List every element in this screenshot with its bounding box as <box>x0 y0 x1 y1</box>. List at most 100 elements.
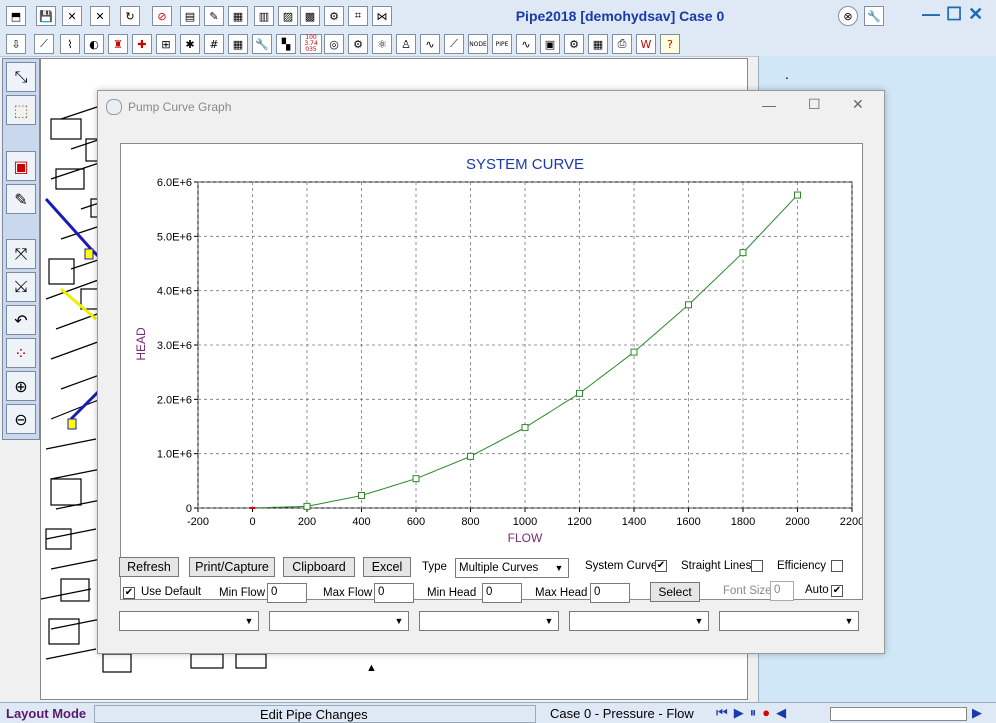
hydrant-icon[interactable]: ♜ <box>108 34 128 54</box>
max-flow-input[interactable]: 0 <box>374 583 414 603</box>
wrench-icon[interactable]: 🔧 <box>252 34 272 54</box>
node-marker[interactable] <box>67 418 77 430</box>
system-curve-checkbox[interactable]: ✔ <box>655 560 667 572</box>
folder-icon[interactable]: ▤ <box>180 6 200 26</box>
printer-icon[interactable]: ⎙ <box>612 34 632 54</box>
save-icon[interactable]: 💾 <box>36 6 56 26</box>
x-tick-label: 2000 <box>785 516 809 528</box>
notes-icon[interactable]: ▩ <box>300 6 320 26</box>
curve-select-4[interactable]: ▼ <box>569 611 709 631</box>
select-pipe-icon[interactable]: ⤡ <box>6 62 36 92</box>
efficiency-checkbox[interactable] <box>831 560 843 572</box>
step-forward-icon[interactable]: ▶ <box>972 705 982 721</box>
points-icon[interactable]: ⁘ <box>6 338 36 368</box>
lock-icon[interactable]: ▣ <box>540 34 560 54</box>
calendar-icon[interactable]: ▦ <box>588 34 608 54</box>
help-icon[interactable]: ? <box>660 34 680 54</box>
straight-lines-checkbox[interactable] <box>751 560 763 572</box>
delete-node-icon[interactable]: ✕ <box>90 6 110 26</box>
network-tool-icon[interactable]: ⋈ <box>372 6 392 26</box>
numbers-icon[interactable]: 100 3.74 035 <box>300 34 322 54</box>
curve-select-3[interactable]: ▼ <box>419 611 559 631</box>
delete-pipe-icon[interactable]: ✕ <box>62 6 82 26</box>
map-icon[interactable]: ⌗ <box>348 6 368 26</box>
play-icon[interactable]: ▶ <box>734 705 744 721</box>
close-button[interactable]: ✕ <box>968 4 983 28</box>
node-icon[interactable]: NODE <box>468 34 488 54</box>
font-size-input[interactable]: 0 <box>770 581 794 601</box>
gear-icon[interactable]: ⚙ <box>348 34 368 54</box>
color-grid-icon[interactable]: ▦ <box>228 34 248 54</box>
cancel-icon[interactable]: ⊘ <box>152 6 172 26</box>
ruler-icon[interactable]: ⟋ <box>444 34 464 54</box>
zoom-out-icon[interactable]: ⊖ <box>6 404 36 434</box>
edit-pipe-icon[interactable]: ✎ <box>6 184 36 214</box>
chevron-down-icon: ▼ <box>544 616 554 626</box>
node-network-icon[interactable]: ⬚ <box>6 95 36 125</box>
max-head-label: Max Head <box>535 587 588 599</box>
pipe-icon[interactable]: PIPE <box>492 34 512 54</box>
person-icon[interactable]: ♙ <box>396 34 416 54</box>
max-head-input[interactable]: 0 <box>590 583 630 603</box>
zoom-box-icon[interactable]: ▣ <box>6 151 36 181</box>
dialog-minimize-button[interactable]: — <box>762 97 776 113</box>
grid-icon[interactable]: ⊞ <box>156 34 176 54</box>
globe-icon[interactable]: ⊗ <box>838 6 858 26</box>
pipe-draw-icon[interactable]: ⟋ <box>34 34 54 54</box>
dialog-close-button[interactable]: ✕ <box>852 96 864 113</box>
tools-icon[interactable]: ⚙ <box>324 6 344 26</box>
step-back-icon[interactable]: ◀ <box>776 705 786 721</box>
time-slider[interactable] <box>830 707 967 721</box>
dialog-maximize-button[interactable]: ☐ <box>808 96 821 113</box>
word-icon[interactable]: W <box>636 34 656 54</box>
report-icon[interactable]: ▥ <box>254 6 274 26</box>
min-head-input[interactable]: 0 <box>482 583 522 603</box>
edit-icon[interactable]: ✎ <box>204 6 224 26</box>
valve-icon[interactable]: ✚ <box>132 34 152 54</box>
wave-icon[interactable]: ∿ <box>420 34 440 54</box>
clipboard-button[interactable]: Clipboard <box>283 557 355 577</box>
zoom-extent-icon[interactable]: ⤩ <box>6 272 36 302</box>
record-icon[interactable]: ● <box>762 705 770 721</box>
wrench-settings-icon[interactable]: 🔧 <box>864 6 884 26</box>
window-controls: — ☐ ✕ <box>922 4 992 28</box>
curve-point <box>630 348 638 356</box>
min-flow-input[interactable]: 0 <box>267 583 307 603</box>
minimize-button[interactable]: — <box>922 4 940 28</box>
grid2-icon[interactable]: # <box>204 34 224 54</box>
chart-icon[interactable]: ▨ <box>278 6 298 26</box>
x-tick-label: -200 <box>187 516 209 528</box>
graph-icon[interactable]: ⌇ <box>60 34 80 54</box>
open-icon[interactable]: ⬒ <box>6 6 26 26</box>
refresh-button[interactable]: Refresh <box>119 557 179 577</box>
x-tick-label: 1200 <box>567 516 591 528</box>
settings-box-icon[interactable]: ⚙ <box>564 34 584 54</box>
excel-button[interactable]: Excel <box>363 557 411 577</box>
zoom-in-icon[interactable]: ⊕ <box>6 371 36 401</box>
first-frame-icon[interactable]: ⏮ <box>716 705 728 721</box>
select-button[interactable]: Select <box>650 582 700 602</box>
settings-icon[interactable]: ⚛ <box>372 34 392 54</box>
refresh-icon[interactable]: ↻ <box>120 6 140 26</box>
checker-icon[interactable]: ▚ <box>276 34 296 54</box>
rotate-view-icon[interactable]: ↶ <box>6 305 36 335</box>
edit-status: Edit Pipe Changes <box>260 706 368 722</box>
curve-select-1[interactable]: ▼ <box>119 611 259 631</box>
table-icon[interactable]: ▦ <box>228 6 248 26</box>
curve-point <box>358 492 365 500</box>
auto-checkbox[interactable]: ✔ <box>831 585 843 597</box>
maximize-button[interactable]: ☐ <box>946 4 962 28</box>
use-default-checkbox[interactable]: ✔ <box>123 587 135 599</box>
print-capture-button[interactable]: Print/Capture <box>189 557 275 577</box>
curve-select-5[interactable]: ▼ <box>719 611 859 631</box>
pause-icon[interactable]: ⏸ <box>750 705 757 721</box>
type-select[interactable]: Multiple Curves ▼ <box>455 558 569 578</box>
network-icon[interactable]: ✱ <box>180 34 200 54</box>
pulse-icon[interactable]: ∿ <box>516 34 536 54</box>
node-marker[interactable] <box>84 248 94 260</box>
fit-view-icon[interactable]: ⤧ <box>6 239 36 269</box>
pump-icon[interactable]: ◐ <box>84 34 104 54</box>
curve-select-2[interactable]: ▼ <box>269 611 409 631</box>
dial-icon[interactable]: ◎ <box>324 34 344 54</box>
import-icon[interactable]: ⇩ <box>6 34 26 54</box>
